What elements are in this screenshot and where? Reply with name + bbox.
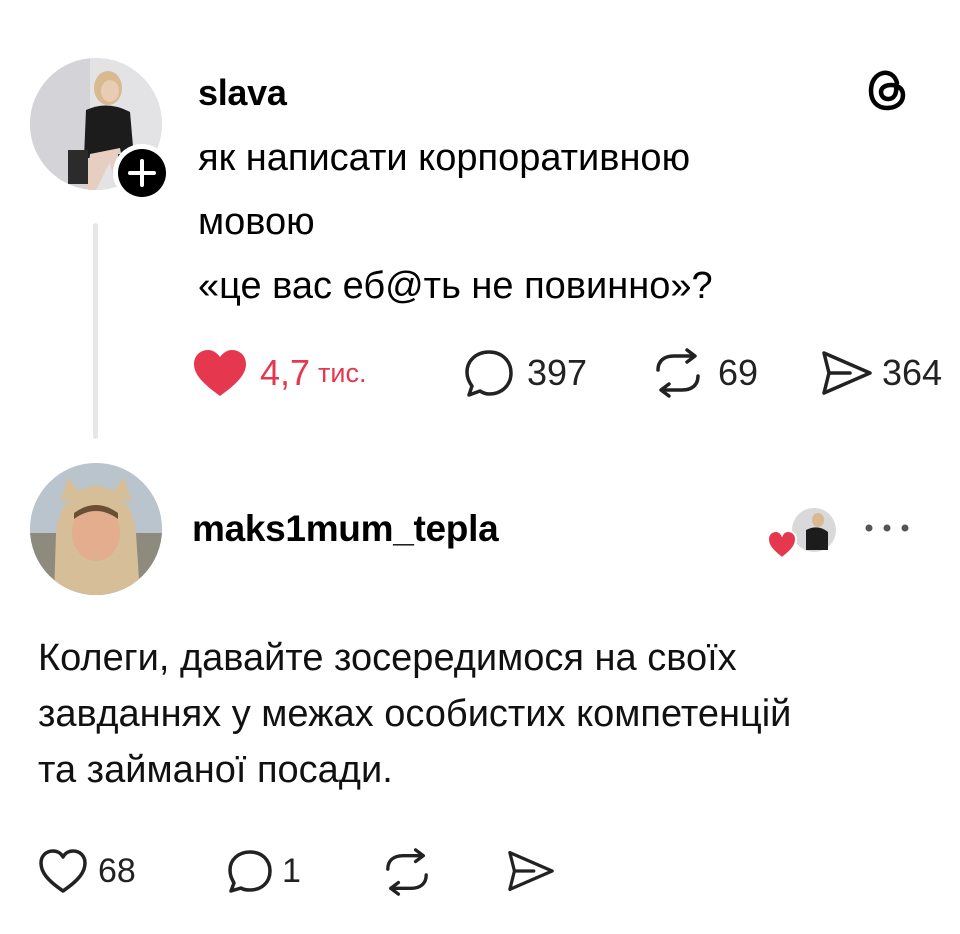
send-icon	[508, 850, 554, 892]
repost-icon	[656, 348, 700, 398]
post-text: як написати корпоративною мовою «це вас …	[198, 137, 713, 307]
speech-bubble-icon	[228, 850, 272, 893]
repost-icon	[386, 848, 428, 896]
follow-button[interactable]	[113, 144, 171, 202]
plus-icon	[128, 159, 156, 187]
reply-text: Колеги, давайте зосередимося на своїх за…	[38, 637, 792, 791]
reply-like-button[interactable]: 68	[38, 848, 136, 894]
more-options-button[interactable]	[862, 518, 912, 538]
send-icon	[822, 351, 872, 395]
avatar-photo	[30, 463, 162, 595]
thread-connector-line	[93, 223, 98, 439]
reply-share-button[interactable]	[506, 848, 556, 894]
like-count-unit: тис.	[318, 357, 367, 388]
like-count: 4,7	[260, 352, 311, 393]
reply-username[interactable]: maks1mum_tepla	[192, 508, 499, 550]
reply-reply-count: 1	[282, 851, 301, 890]
repost-count: 69	[718, 352, 759, 393]
reply-button[interactable]: 397	[463, 348, 587, 398]
speech-bubble-icon	[465, 350, 513, 397]
reply-reply-button[interactable]: 1	[226, 848, 301, 894]
reply-author-avatar[interactable]	[30, 463, 162, 595]
share-count: 364	[882, 352, 943, 393]
post-username[interactable]: slava	[198, 72, 287, 114]
reply-like-count: 68	[98, 851, 136, 890]
share-button[interactable]: 364	[820, 348, 942, 398]
more-horizontal-icon	[865, 524, 909, 532]
heart-icon	[194, 350, 246, 396]
reply-repost-button[interactable]	[380, 848, 434, 896]
repost-button[interactable]: 69	[650, 348, 758, 398]
heart-icon	[39, 849, 87, 893]
reply-count: 397	[527, 352, 588, 393]
like-button[interactable]: 4,7 тис.	[192, 348, 367, 398]
liked-by-author-indicator	[766, 506, 842, 562]
threads-logo-icon[interactable]	[864, 66, 912, 114]
